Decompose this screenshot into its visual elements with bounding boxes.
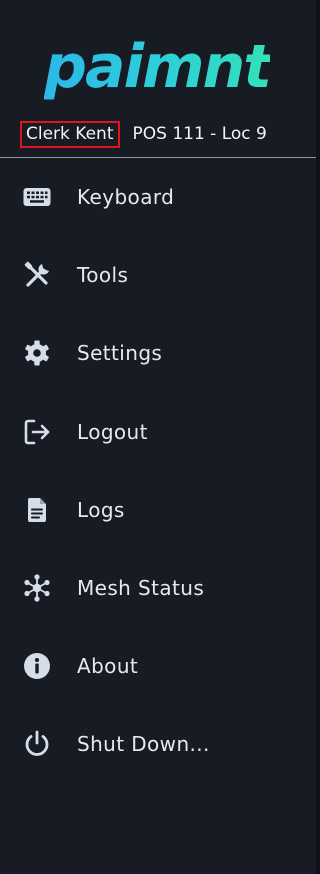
menu-label-settings: Settings <box>77 341 163 366</box>
document-icon <box>22 495 52 525</box>
window-edge <box>316 0 320 874</box>
session-info: Clerk Kent POS 111 - Loc 9 <box>20 119 316 149</box>
logout-icon <box>22 417 52 447</box>
keyboard-icon <box>22 182 52 212</box>
terminal-location: POS 111 - Loc 9 <box>132 124 267 144</box>
menu-label-about: About <box>77 654 139 679</box>
menu-item-mesh-status[interactable]: Mesh Status <box>0 549 316 627</box>
brand-logo: paimnt <box>44 28 272 106</box>
menu-item-keyboard[interactable]: Keyboard <box>0 158 316 236</box>
menu-label-mesh-status: Mesh Status <box>77 576 205 601</box>
tools-icon <box>22 260 52 290</box>
info-icon <box>22 651 52 681</box>
menu-label-logs: Logs <box>77 497 125 522</box>
menu-label-keyboard: Keyboard <box>77 185 175 210</box>
menu-item-logs[interactable]: Logs <box>0 471 316 549</box>
mesh-network-icon <box>22 573 52 603</box>
logo-container: paimnt <box>0 28 316 108</box>
menu-label-shut-down: Shut Down... <box>77 732 210 757</box>
menu-item-about[interactable]: About <box>0 627 316 705</box>
menu-label-logout: Logout <box>77 419 148 444</box>
menu-item-tools[interactable]: Tools <box>0 236 316 314</box>
main-menu: Keyboard Tools Settings Logout Logs Mesh… <box>0 158 316 784</box>
menu-item-logout[interactable]: Logout <box>0 393 316 471</box>
user-name: Clerk Kent <box>20 120 120 148</box>
gear-icon <box>22 338 52 368</box>
menu-item-settings[interactable]: Settings <box>0 314 316 392</box>
menu-item-shut-down[interactable]: Shut Down... <box>0 705 316 783</box>
menu-label-tools: Tools <box>77 263 129 288</box>
power-icon <box>22 729 52 759</box>
